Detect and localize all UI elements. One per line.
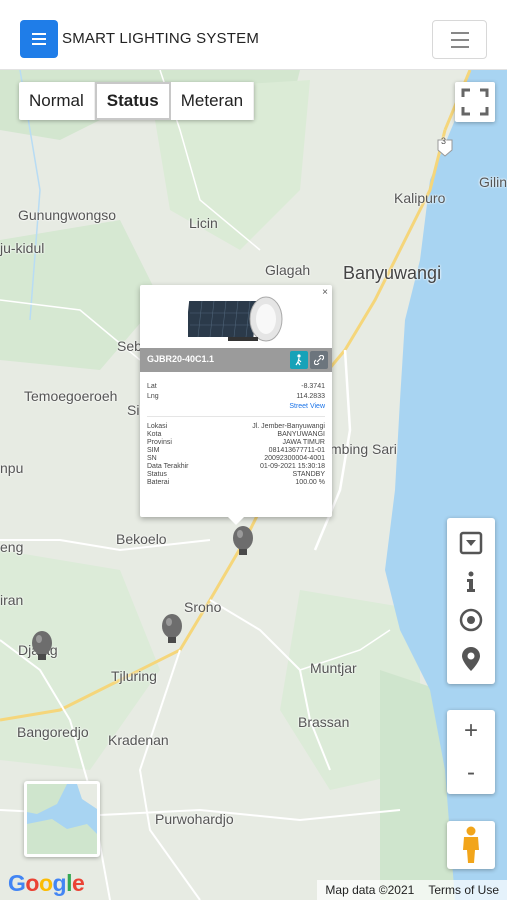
device-id: GJBR20-40C1.1 (147, 354, 215, 364)
solar-lamp-image (188, 296, 283, 342)
place-label: Srono (184, 599, 222, 615)
link-icon[interactable] (310, 351, 328, 369)
marker-button[interactable] (455, 643, 487, 675)
place-label: Temoegoeroeh (24, 388, 118, 404)
terms-of-use-link[interactable]: Terms of Use (428, 883, 499, 897)
place-label: Gunungwongso (18, 207, 117, 223)
place-label: ju-kidul (0, 240, 45, 256)
street-view-link[interactable]: Street View (289, 403, 325, 410)
logo-letter: g (52, 870, 67, 896)
tab-meteran[interactable]: Meteran (171, 82, 255, 120)
sidebar-menu-button[interactable] (20, 20, 58, 58)
place-label: Glagah (265, 262, 311, 278)
row-value: 114.2833 (296, 393, 325, 400)
map-pin-icon (462, 646, 480, 671)
place-label: Brassan (298, 714, 350, 730)
map-data-credit: Map data ©2021 (325, 883, 415, 897)
place-label: Licin (189, 215, 218, 231)
google-logo: Google (8, 870, 85, 897)
place-label: Purwohardjo (155, 811, 234, 827)
place-label: Gilin (479, 174, 507, 190)
zoom-out-button[interactable]: - (467, 761, 475, 785)
popup-row: Lat -8.3741 (147, 382, 325, 391)
street-view-pegman[interactable] (447, 821, 495, 869)
row-value: 100.00 % (295, 479, 325, 486)
popup-close-button[interactable]: × (322, 287, 328, 298)
zoom-in-button[interactable]: + (464, 719, 478, 743)
row-label: Baterai (147, 479, 170, 486)
place-label: Kradenan (108, 732, 169, 748)
walk-icon[interactable] (290, 351, 308, 369)
logo-letter: e (71, 870, 85, 896)
popup-row: Lng 114.2833 (147, 392, 325, 401)
hamburger-icon-line (32, 43, 46, 45)
popup-title-bar: GJBR20-40C1.1 (140, 348, 332, 372)
row-label: Lat (147, 383, 157, 390)
place-label: mbing Sari (330, 441, 397, 457)
route-shield-label: 3 (441, 136, 447, 146)
map-attribution: Map data ©2021 Terms of Use (317, 880, 507, 900)
row-label: Lng (147, 393, 159, 400)
map-tool-panel (447, 518, 495, 684)
hamburger-icon-line (32, 33, 46, 35)
fullscreen-button[interactable] (455, 82, 495, 122)
place-label: npu (0, 460, 24, 476)
place-label: Muntjar (310, 660, 357, 676)
lamp-marker[interactable] (232, 525, 254, 559)
fullscreen-icon (461, 88, 489, 116)
place-label: Seb (117, 338, 142, 354)
dropdown-box-button[interactable] (455, 527, 487, 559)
app-title: SMART LIGHTING SYSTEM (62, 30, 260, 47)
lamp-marker[interactable] (161, 613, 183, 647)
place-label: Bangoredjo (17, 724, 89, 740)
logo-letter: G (8, 870, 26, 896)
map-mode-tabs: Normal Status Meteran (19, 82, 255, 120)
tab-normal[interactable]: Normal (19, 82, 95, 120)
place-label: Tjluring (111, 668, 157, 684)
satellite-thumbnail-icon (27, 784, 97, 854)
logo-letter: o (38, 870, 53, 896)
row-value: -8.3741 (301, 383, 325, 390)
top-navbar: SMART LIGHTING SYSTEM (0, 0, 507, 70)
pegman-icon (463, 826, 479, 863)
my-location-button[interactable] (455, 604, 487, 636)
place-label: iran (0, 592, 24, 608)
popup-row: Baterai 100.00 % (147, 478, 325, 487)
place-label: Si (127, 402, 140, 418)
lamp-marker[interactable] (31, 630, 53, 664)
place-label: eng (0, 539, 24, 555)
caret-square-down-icon (459, 532, 483, 555)
info-icon (467, 571, 475, 592)
hamburger-icon-line (450, 38, 469, 41)
place-label: Kalipuro (394, 190, 446, 206)
place-label: Bekoelo (116, 531, 167, 547)
app-root: SMART LIGHTING SYSTEM 3 Gunungwongso Lic… (0, 0, 507, 900)
map-canvas[interactable]: 3 Gunungwongso Licin ju-kidul Glagah Ban… (0, 70, 507, 900)
navbar-toggle-button[interactable] (432, 20, 487, 59)
target-icon (459, 609, 483, 632)
info-button[interactable] (455, 566, 487, 598)
divider (147, 416, 325, 417)
tab-status[interactable]: Status (94, 82, 171, 120)
hamburger-icon-line (32, 38, 46, 40)
device-info-popup: × GJBR20-40C1.1 Lat -8.3741 Lng 114.2833… (140, 285, 332, 525)
logo-letter: o (25, 870, 39, 896)
map-type-toggle[interactable] (24, 781, 100, 857)
place-label: Banyuwangi (343, 263, 442, 283)
hamburger-icon-line (450, 45, 469, 48)
hamburger-icon-line (450, 31, 469, 34)
zoom-controls: + - (447, 710, 495, 794)
